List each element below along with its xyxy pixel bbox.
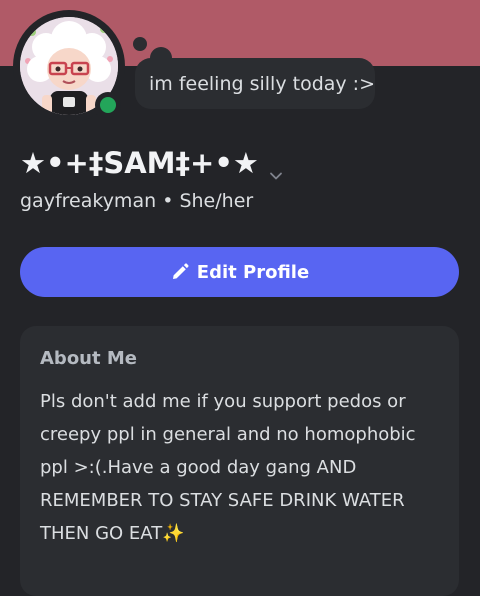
pencil-icon <box>170 262 190 282</box>
about-me-card: About Me Pls don't add me if you support… <box>20 326 459 596</box>
display-name: ★•+‡SAM‡+•★ <box>20 146 259 180</box>
chevron-down-icon[interactable] <box>269 156 283 180</box>
custom-status-bubble[interactable]: im feeling silly today :> <box>135 58 375 109</box>
about-me-title: About Me <box>40 348 137 369</box>
separator-dot: • <box>162 190 174 212</box>
online-status-icon <box>95 92 121 118</box>
edit-profile-button[interactable]: Edit Profile <box>20 247 459 297</box>
pronouns: She/her <box>179 190 254 212</box>
username-line: gayfreakyman • She/her <box>20 190 253 212</box>
edit-profile-label: Edit Profile <box>196 261 310 283</box>
custom-status-text: im feeling silly today :> <box>149 72 375 95</box>
username: gayfreakyman <box>20 190 157 212</box>
thought-bubble-dot-small <box>133 37 147 51</box>
about-me-text: Pls don't add me if you support pedos or… <box>40 391 416 544</box>
display-name-row[interactable]: ★•+‡SAM‡+•★ <box>20 146 283 180</box>
